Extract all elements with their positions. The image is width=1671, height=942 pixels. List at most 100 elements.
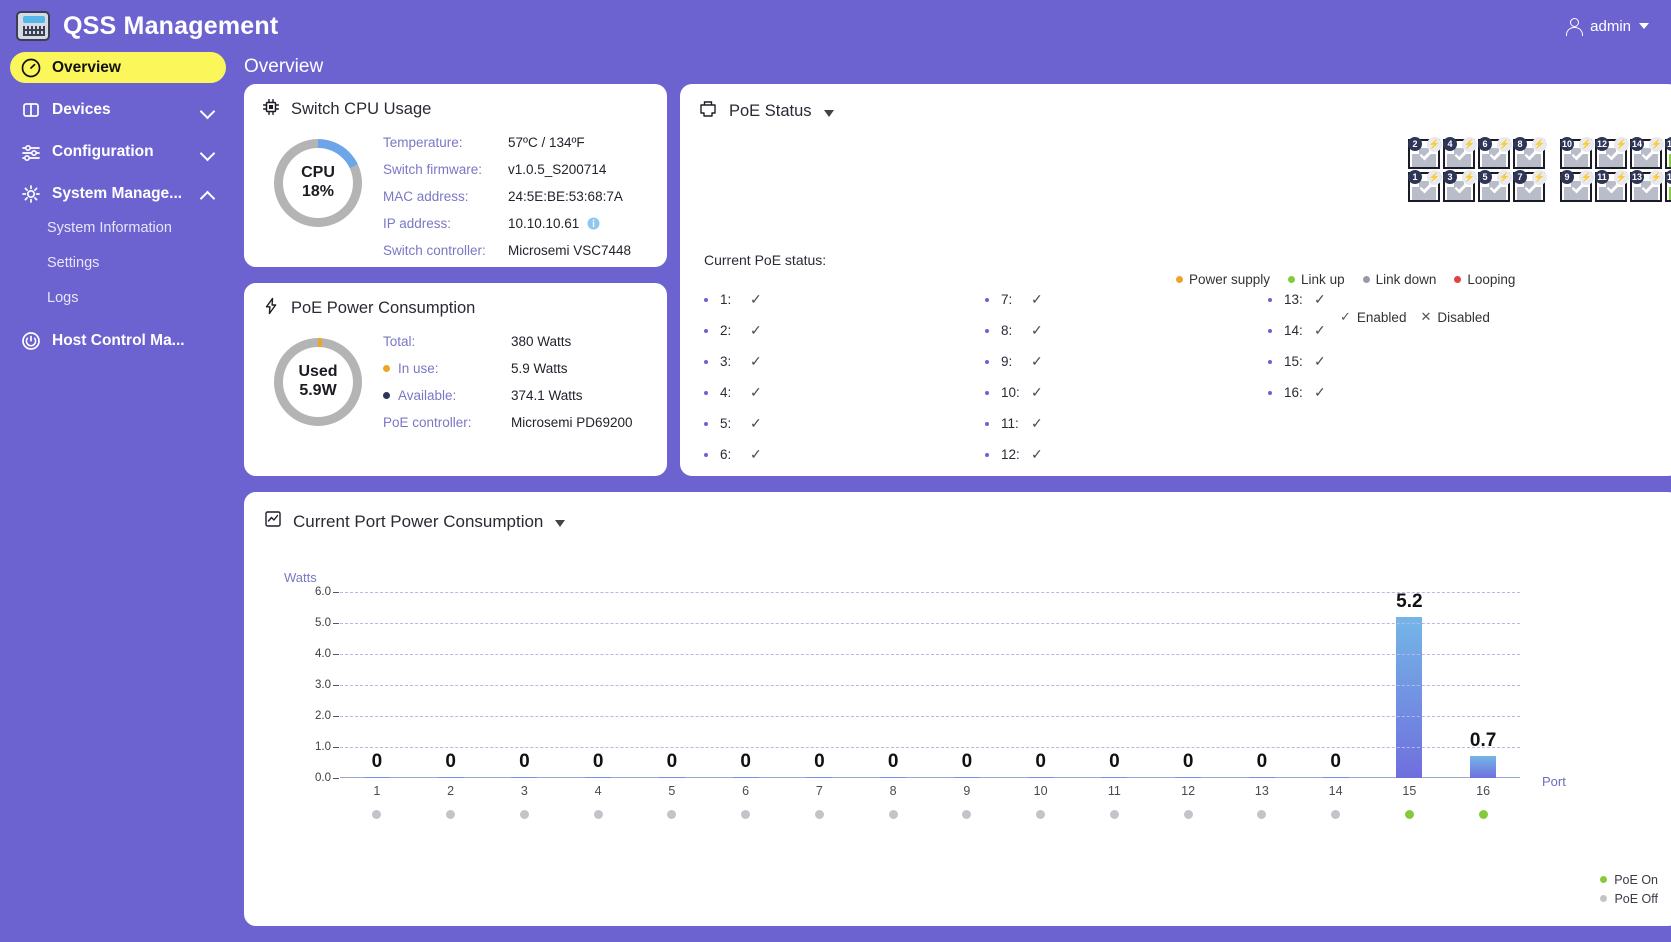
chart-gridline [340,747,1520,748]
sidebar-subitem-system-information[interactable]: System Information [0,220,236,236]
sidebar-subitem-logs[interactable]: Logs [0,290,236,306]
chart-x-tick: 16 [1446,784,1520,798]
sidebar-item-label: System Manage... [52,185,201,203]
chart-bar[interactable] [511,777,537,779]
chart-poe-dot-cell [1004,810,1078,819]
poe-off-dot [520,810,529,819]
lightning-bolt-icon: ⚡ [1532,137,1547,152]
chart-bar[interactable] [585,777,611,779]
sidebar-item-configuration[interactable]: Configuration [10,136,226,167]
port-9[interactable]: 9⚡ [1560,172,1592,202]
port-5[interactable]: 5⚡ [1478,172,1510,202]
poe-status-row: 8:✓ [985,315,1043,346]
port-6[interactable]: 6⚡ [1478,139,1510,169]
legend-item: ✓Enabled [1340,309,1406,325]
poe-port-label: 10: [1001,385,1031,400]
port-15[interactable]: 15⚡ [1665,172,1671,202]
card-header: PoE Power Consumption [244,283,667,320]
chevron-down-icon[interactable] [555,520,565,527]
chart-x-tick: 10 [1004,784,1078,798]
chart-bar-label: 0 [888,751,899,773]
chart-bar[interactable] [880,777,906,779]
chart-poe-dot-cell [635,810,709,819]
cpu-donut: CPU 18% [274,139,362,227]
row-value: 57ºC / 134ºF [508,135,585,150]
port-12[interactable]: 12⚡ [1595,139,1627,169]
poe-port-label: 13: [1284,292,1314,307]
main-content: Overview Switch CPU Usage CPU 18% Temper… [236,52,1671,942]
port-10[interactable]: 10⚡ [1560,139,1592,169]
sidebar-subitem-settings[interactable]: Settings [0,255,236,271]
poe-off-dot [667,810,676,819]
port-number: 11 [1595,170,1609,184]
legend-label: PoE Off [1614,892,1658,906]
poe-port-label: 4: [720,385,750,400]
chart-bar[interactable] [1175,777,1201,779]
port-7[interactable]: 7⚡ [1513,172,1545,202]
chart-bar-label: 0 [1035,751,1046,773]
poe-status-row: 14:✓ [1268,315,1326,346]
port-map: 2⚡4⚡6⚡8⚡10⚡12⚡14⚡16⚡18 1⚡3⚡5⚡7⚡9⚡11⚡13⚡1… [1408,139,1671,202]
chart-bar-label: 0 [1183,751,1194,773]
poe-port-label: 1: [720,292,750,307]
port-8[interactable]: 8⚡ [1513,139,1545,169]
chevron-down-icon[interactable] [201,103,214,116]
row-value: 10.10.10.61 [508,216,579,231]
chart-bar[interactable] [1470,756,1496,778]
chart-bar-label: 0 [372,751,383,773]
chart-bar[interactable] [733,777,759,779]
chart-bar-label: 0 [740,751,751,773]
chevron-down-icon[interactable] [201,145,214,158]
port-row-top: 2⚡4⚡6⚡8⚡10⚡12⚡14⚡16⚡18 [1408,139,1671,169]
poe-port-label: 7: [1001,292,1031,307]
chart-icon [264,510,282,533]
port-number: 16 [1665,137,1671,151]
chart-x-tick: 3 [488,784,562,798]
check-icon: ✓ [1031,415,1043,432]
chart-poe-dot-cell [340,810,414,819]
chart-x-tick: 9 [930,784,1004,798]
sidebar-item-host-control-management[interactable]: Host Control Ma... [10,325,226,356]
chart-bar-label: 0 [1330,751,1341,773]
chart-poe-state-dots [340,810,1520,819]
chart-bar-label: 0 [519,751,530,773]
card-title: Current Port Power Consumption [293,512,543,532]
chart-bar[interactable] [1323,777,1349,779]
lightning-bolt-icon: ⚡ [1649,170,1664,185]
port-11[interactable]: 11 ⚡ [1595,172,1627,202]
legend-color-dot [1176,276,1183,283]
chart-bar[interactable] [364,777,390,779]
legend-label: Link down [1376,272,1437,287]
chart-bar[interactable] [659,777,685,779]
chart-bar[interactable] [806,777,832,779]
sidebar-item-devices[interactable]: Devices [10,94,226,125]
port-3[interactable]: 3⚡ [1443,172,1475,202]
port-4[interactable]: 4⚡ [1443,139,1475,169]
chevron-up-icon[interactable] [201,187,214,200]
chart-bar[interactable] [954,777,980,779]
port-14[interactable]: 14⚡ [1630,139,1662,169]
lightning-bolt-icon: ⚡ [1614,170,1629,185]
chart-bar[interactable] [1396,617,1422,778]
bullet-icon [704,329,708,333]
info-icon[interactable] [587,217,600,230]
port-1[interactable]: 1⚡ [1408,172,1440,202]
port-16[interactable]: 16⚡ [1665,139,1671,169]
row-key: MAC address: [383,189,469,204]
poe-port-label: 16: [1284,385,1314,400]
chart-bar[interactable] [1101,777,1127,779]
chart-bar[interactable] [438,777,464,779]
chevron-down-icon[interactable] [824,110,834,117]
port-2[interactable]: 2⚡ [1408,139,1440,169]
sidebar-item-overview[interactable]: Overview [10,52,226,83]
bullet-icon [985,360,989,364]
chart-poe-dot-cell [1151,810,1225,819]
chart-bar[interactable] [1028,777,1054,779]
user-menu[interactable]: admin [1565,18,1649,35]
sidebar-item-label: Host Control Ma... [52,332,226,350]
port-13[interactable]: 13⚡ [1630,172,1662,202]
poe-row-inuse: In use: [383,361,439,376]
sidebar-item-system-management[interactable]: System Manage... [10,178,226,209]
chart-y-tick: 1.0 [315,741,331,753]
chart-bar[interactable] [1249,777,1275,779]
